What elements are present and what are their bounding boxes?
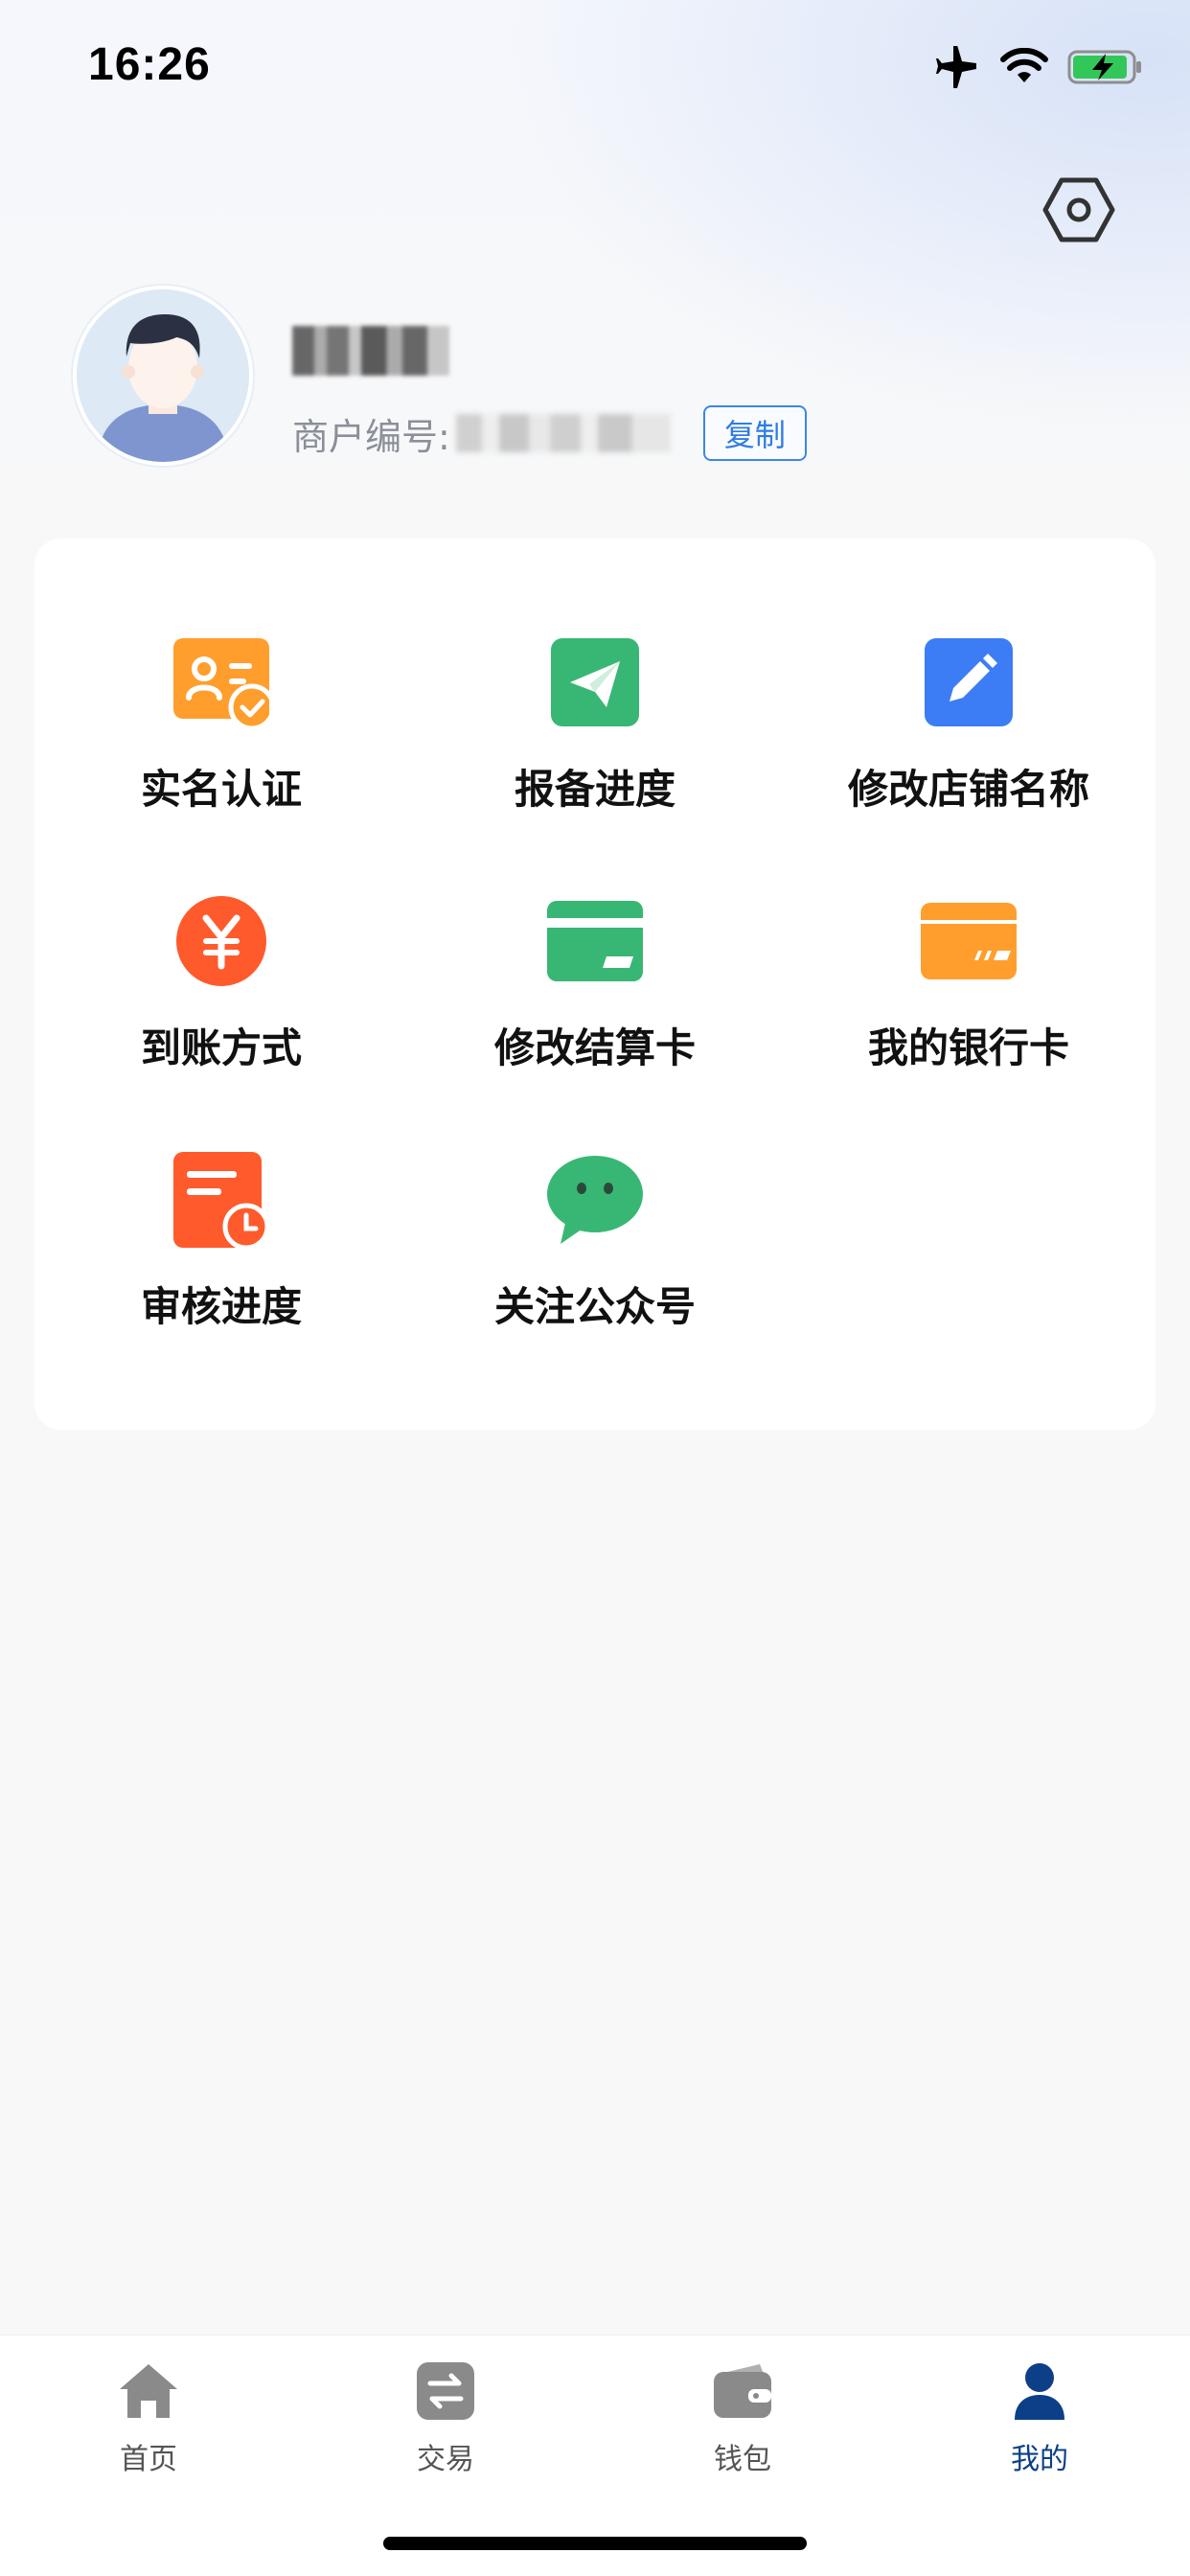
tab-mine[interactable]: 我的 <box>891 2335 1188 2508</box>
merchant-number-redacted <box>455 414 671 452</box>
menu-item-follow-official-account[interactable]: 关注公众号 <box>408 1056 782 1330</box>
user-icon <box>1009 2360 1070 2422</box>
settings-hexagon-icon <box>1042 177 1115 242</box>
status-bar: 16:26 <box>0 0 1190 134</box>
menu-item-edit-settlement-card[interactable]: 修改结算卡 <box>408 797 782 1071</box>
bank-card-icon <box>921 893 1017 989</box>
tab-label: 钱包 <box>714 2443 771 2476</box>
battery-charging-icon <box>1067 50 1141 84</box>
status-icons <box>933 46 1144 88</box>
tab-transactions[interactable]: 交易 <box>297 2335 594 2508</box>
menu-item-label: 我的银行卡 <box>867 1024 1069 1071</box>
status-time: 16:26 <box>88 39 211 90</box>
menu-item-review-progress[interactable]: 审核进度 <box>34 1056 408 1330</box>
yuan-coin-icon <box>173 893 269 989</box>
document-clock-icon <box>173 1152 270 1251</box>
copy-button[interactable]: 复制 <box>702 405 807 461</box>
menu-item-edit-shop-name[interactable]: 修改店铺名称 <box>782 539 1156 813</box>
settings-button[interactable] <box>1042 176 1115 243</box>
wechat-icon <box>547 1152 643 1248</box>
tab-wallet[interactable]: 钱包 <box>594 2335 891 2508</box>
id-card-check-icon <box>173 634 276 731</box>
merchant-number-row: 商户编号: 复制 <box>292 405 807 461</box>
wifi-icon <box>1000 48 1048 82</box>
menu-item-my-bank-cards[interactable]: 我的银行卡 <box>782 797 1156 1071</box>
exchange-icon <box>415 2360 476 2422</box>
edit-pencil-icon <box>921 634 1017 730</box>
menu-item-filing-progress[interactable]: 报备进度 <box>408 539 782 813</box>
merchant-number-label: 商户编号: <box>292 415 450 458</box>
airplane-icon <box>936 46 976 88</box>
tab-label: 首页 <box>120 2443 177 2476</box>
card-icon <box>547 893 643 989</box>
tab-home[interactable]: 首页 <box>0 2335 297 2508</box>
tab-label: 交易 <box>417 2443 474 2476</box>
avatar[interactable] <box>73 286 253 466</box>
avatar-image <box>77 289 249 462</box>
tab-label: 我的 <box>1011 2443 1068 2476</box>
username-redacted <box>292 326 449 376</box>
menu-item-label: 审核进度 <box>140 1283 302 1330</box>
menu-item-settlement-method[interactable]: 到账方式 <box>34 797 408 1071</box>
wallet-icon <box>712 2360 773 2422</box>
home-icon <box>118 2360 179 2422</box>
paper-plane-icon <box>547 634 643 730</box>
menu-item-label: 关注公众号 <box>493 1283 696 1330</box>
menu-item-real-name-auth[interactable]: 实名认证 <box>34 539 408 813</box>
home-indicator[interactable] <box>383 2537 807 2550</box>
function-menu-card: 实名认证 报备进度 修改店铺名称 到账方式 修改结算卡 我的银行卡 审核进度 关… <box>34 539 1156 1430</box>
